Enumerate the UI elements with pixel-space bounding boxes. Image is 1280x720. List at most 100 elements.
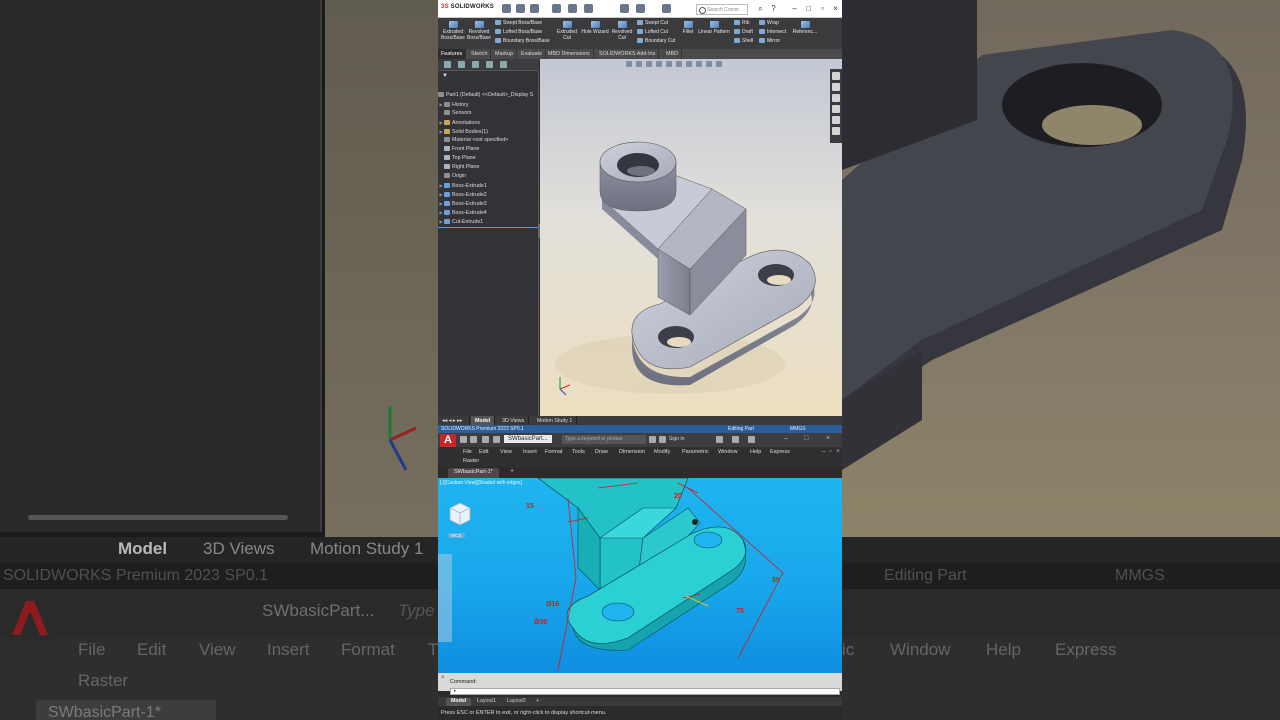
tree-item-boss-extrude2[interactable]: ▶ Boss-Extrude2	[438, 190, 486, 199]
rollback-bar[interactable]	[438, 227, 539, 228]
menu-insert[interactable]: Insert	[523, 449, 537, 455]
menu-format[interactable]: Format	[545, 449, 562, 455]
tab-features[interactable]: Features	[438, 49, 467, 59]
revolved-boss-button[interactable]: Revolved Boss/Base	[467, 21, 491, 41]
tab-sketch[interactable]: Sketch	[468, 49, 492, 59]
save-icon[interactable]	[482, 436, 489, 443]
tab-mbd[interactable]: MBD	[663, 49, 682, 59]
maximize-icon[interactable]: ▫	[818, 4, 827, 13]
more-tools-icon[interactable]	[493, 436, 500, 443]
add-layout-plus-icon[interactable]: +	[531, 698, 544, 706]
tree-item-part[interactable]: Part1 (Default) <<Default>_Display S	[438, 91, 533, 100]
hole-wizard-button[interactable]: Hole Wizard	[581, 21, 609, 35]
help-icon[interactable]	[748, 436, 755, 443]
view-palette-icon[interactable]	[832, 105, 840, 113]
status-units[interactable]: MMGS	[790, 425, 806, 433]
boundary-boss-button[interactable]: Boundary Boss/Base	[495, 38, 550, 44]
print-icon[interactable]	[568, 4, 577, 13]
menu-window[interactable]: Window	[718, 449, 738, 455]
draft-button[interactable]: Draft	[734, 29, 753, 35]
tab-nav-arrows[interactable]: ◂◂ ◂ ▸ ▸▸	[438, 416, 470, 425]
configuration-manager-icon[interactable]	[472, 61, 479, 68]
property-manager-icon[interactable]	[458, 61, 465, 68]
doc-restore-icon[interactable]: ▫	[829, 448, 831, 455]
rib-button[interactable]: Rib	[734, 20, 750, 26]
menu-view[interactable]: View	[500, 449, 512, 455]
new-tab-plus-icon[interactable]: +	[510, 468, 514, 475]
save-icon[interactable]	[552, 4, 561, 13]
cart-icon[interactable]	[716, 436, 723, 443]
tree-item-front-plane[interactable]: Front Plane	[438, 145, 479, 154]
tree-item-boss-extrude1[interactable]: ▶ Boss-Extrude1	[438, 181, 486, 190]
menu-raster[interactable]: Raster	[463, 458, 479, 464]
tree-item-history[interactable]: ▶ History	[438, 100, 468, 109]
feature-manager-icon[interactable]	[444, 61, 451, 68]
tab-motion-study[interactable]: Motion Study 1	[533, 416, 578, 425]
display-manager-icon[interactable]	[500, 61, 507, 68]
tree-item-origin[interactable]: Origin	[438, 172, 466, 181]
command-line-input[interactable]: ▸	[450, 688, 840, 695]
search-knowledge-icon[interactable]: ⌕	[756, 4, 765, 13]
select-icon[interactable]	[620, 4, 629, 13]
tree-item-cut-extrude1[interactable]: ▶ Cut-Extrude1	[438, 217, 483, 226]
tab-markup[interactable]: Markup	[492, 49, 517, 59]
tab-mbd-dimensions[interactable]: MBD Dimensions	[545, 49, 594, 59]
tree-item-annotations[interactable]: ▶ Annotations	[438, 118, 480, 127]
mirror-button[interactable]: Mirror	[759, 38, 780, 44]
options-gear-icon[interactable]	[662, 4, 671, 13]
menu-express[interactable]: Express	[770, 449, 790, 455]
close-icon[interactable]: ×	[826, 435, 830, 442]
reference-geometry-button[interactable]: Referenc...	[790, 21, 820, 35]
maximize-icon[interactable]: □	[804, 435, 808, 442]
tab-addins[interactable]: SOLIDWORKS Add-Ins	[596, 49, 660, 59]
open-file-icon[interactable]	[470, 436, 477, 443]
revolved-cut-button[interactable]: Revolved Cut	[610, 21, 634, 41]
filter-icon[interactable]: ▼	[442, 73, 450, 80]
fillet-button[interactable]: Fillet	[681, 21, 695, 35]
open-file-icon[interactable]	[530, 4, 539, 13]
command-close-icon[interactable]: ×	[441, 675, 445, 681]
swept-cut-button[interactable]: Swept Cut	[637, 20, 668, 26]
tab-3d-views[interactable]: 3D Views	[498, 416, 530, 425]
boundary-cut-button[interactable]: Boundary Cut	[637, 38, 676, 44]
minimize-icon[interactable]: –	[784, 435, 788, 442]
menu-dimension[interactable]: Dimension	[619, 449, 645, 455]
custom-properties-icon[interactable]	[832, 127, 840, 135]
menu-modify[interactable]: Modify	[654, 449, 670, 455]
menu-tools[interactable]: Tools	[572, 449, 585, 455]
autodesk-app-icon[interactable]	[732, 436, 739, 443]
menu-draw[interactable]: Draw	[595, 449, 608, 455]
ac-search-input[interactable]: Type a keyword or phrase	[562, 435, 646, 444]
resources-home-icon[interactable]	[832, 72, 840, 80]
binoculars-icon[interactable]	[649, 436, 656, 443]
tab-layout2[interactable]: Layout2	[502, 698, 531, 706]
tree-item-right-plane[interactable]: Right Plane	[438, 163, 479, 172]
file-explorer-icon[interactable]	[832, 94, 840, 102]
menu-parametric[interactable]: Parametric	[682, 449, 709, 455]
menu-file[interactable]: File	[463, 449, 472, 455]
doc-minimize-icon[interactable]: –	[822, 448, 826, 455]
lofted-boss-button[interactable]: Lofted Boss/Base	[495, 29, 542, 35]
restore-icon[interactable]: □	[804, 4, 813, 13]
undo-icon[interactable]	[584, 4, 593, 13]
tree-item-boss-extrude3[interactable]: ▶ Boss-Extrude3	[438, 199, 486, 208]
extruded-boss-button[interactable]: Extruded Boss/Base	[441, 21, 465, 41]
minimize-icon[interactable]: –	[790, 4, 799, 13]
shell-button[interactable]: Shell	[734, 38, 753, 44]
home-icon[interactable]	[502, 4, 511, 13]
user-icon[interactable]	[659, 436, 666, 443]
dimxpert-icon[interactable]	[486, 61, 493, 68]
ac-drawing-area[interactable]: [-][Custom View][Shaded with edges] WCS	[438, 478, 842, 673]
doc-close-icon[interactable]: ×	[836, 448, 840, 455]
autocad-logo[interactable]: A	[440, 434, 456, 447]
new-file-icon[interactable]	[516, 4, 525, 13]
help-icon[interactable]: ?	[769, 4, 778, 13]
tree-item-material[interactable]: Material <not specified>	[438, 136, 508, 145]
rebuild-icon[interactable]	[636, 4, 645, 13]
tree-item-top-plane[interactable]: Top Plane	[438, 154, 476, 163]
menu-edit[interactable]: Edit	[479, 449, 488, 455]
design-library-icon[interactable]	[832, 83, 840, 91]
tree-item-sensors[interactable]: Sensors	[438, 109, 471, 118]
intersect-button[interactable]: Intersect	[759, 29, 786, 35]
tab-model[interactable]: Model	[471, 416, 496, 425]
